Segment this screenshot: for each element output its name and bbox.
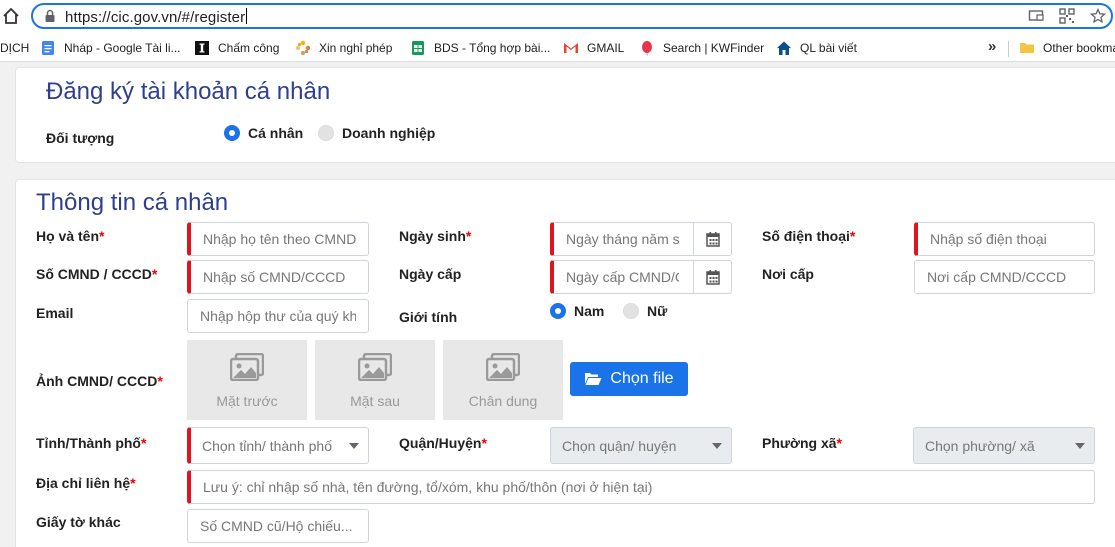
instapaper-icon: [195, 41, 209, 55]
province-select[interactable]: Chọn tỉnh/ thành phố: [187, 427, 369, 464]
subject-label: Đối tượng: [46, 130, 115, 146]
radio-nam[interactable]: Nam: [550, 303, 604, 319]
issue-date-input-wrap[interactable]: [550, 260, 732, 294]
idnum-label: Số CMND / CCCD*: [36, 266, 158, 282]
radio-nu[interactable]: Nữ: [623, 303, 667, 319]
bookmark-other[interactable]: Other bookmarks: [1019, 39, 1115, 57]
bookmark-ql-bai-viet[interactable]: QL bài viết: [776, 39, 857, 57]
issue-place-input[interactable]: [915, 261, 1094, 293]
issue-place-input-wrap[interactable]: [914, 260, 1095, 294]
bookmark-xin-nghi-phep[interactable]: Xin nghỉ phép: [295, 39, 392, 57]
bookmarks-bar: DỊCH Nháp - Google Tài li... Chấm công X…: [0, 33, 1115, 62]
chevron-down-icon: [349, 443, 359, 449]
folder-icon: [1020, 43, 1034, 53]
home-icon[interactable]: [2, 7, 20, 25]
address-label: Địa chỉ liên hệ*: [36, 475, 136, 491]
issue-date-label: Ngày cấp: [399, 266, 462, 282]
district-select[interactable]: Chọn quận/ huyện: [550, 427, 732, 464]
bookmark-bds[interactable]: BDS - Tổng hợp bài...: [410, 39, 550, 57]
email-input[interactable]: [188, 300, 368, 332]
ward-label: Phường xã*: [762, 435, 842, 451]
pinwheel-icon: [295, 40, 311, 56]
province-label: Tỉnh/Thành phố*: [36, 435, 147, 451]
calendar-icon[interactable]: [693, 223, 731, 255]
district-label: Quận/Huyện*: [399, 435, 487, 451]
radio-doanh-nghiep[interactable]: Doanh nghiệp: [318, 125, 435, 141]
image-icon: [230, 353, 264, 381]
lock-icon[interactable]: [43, 9, 57, 23]
gender-label: Giới tính: [399, 309, 458, 325]
bookmark-gmail[interactable]: GMAIL: [563, 39, 624, 57]
radio-checked-icon[interactable]: [224, 125, 240, 141]
calendar-icon[interactable]: [693, 261, 731, 293]
other-docs-input-wrap[interactable]: [187, 509, 369, 543]
fullname-label: Họ và tên*: [36, 228, 105, 244]
star-icon[interactable]: [1090, 8, 1106, 24]
bookmark-separator: [1008, 41, 1009, 57]
bookmark-google-docs[interactable]: Nháp - Google Tài li...: [40, 39, 181, 57]
issue-date-input[interactable]: [554, 261, 691, 293]
dob-input[interactable]: [554, 223, 691, 255]
chevron-down-icon: [712, 443, 722, 449]
qr-code-icon[interactable]: [1059, 8, 1075, 24]
dob-input-wrap[interactable]: [550, 222, 732, 256]
photo-portrait-slot[interactable]: Chân dung: [443, 340, 563, 420]
idnum-input[interactable]: [191, 261, 368, 293]
photo-back-slot[interactable]: Mặt sau: [315, 340, 435, 420]
more-bookmarks-chevron[interactable]: »: [988, 38, 996, 55]
radio-unchecked-icon[interactable]: [623, 303, 639, 319]
google-sheets-icon: [412, 41, 424, 55]
id-photo-label: Ảnh CMND/ CCCD*: [36, 373, 163, 389]
url-bar[interactable]: https://cic.gov.vn/#/register: [31, 3, 1113, 29]
phone-input[interactable]: [918, 223, 1094, 255]
radio-checked-icon[interactable]: [550, 303, 566, 319]
choose-file-button[interactable]: Chọn file: [570, 362, 688, 396]
url-text[interactable]: https://cic.gov.vn/#/register: [65, 8, 248, 26]
page-title: Đăng ký tài khoản cá nhân: [46, 78, 331, 105]
gmail-icon: [564, 43, 578, 53]
radio-ca-nhan[interactable]: Cá nhân: [224, 125, 303, 141]
section-title: Thông tin cá nhân: [36, 189, 229, 216]
issue-place-label: Nơi cấp: [762, 266, 814, 282]
dob-label: Ngày sinh*: [399, 228, 472, 244]
email-label: Email: [36, 305, 74, 321]
chevron-down-icon: [1075, 443, 1085, 449]
fullname-input[interactable]: [191, 223, 368, 255]
idnum-input-wrap[interactable]: [187, 260, 369, 294]
kwfinder-icon: [642, 41, 652, 56]
other-docs-input[interactable]: [188, 510, 368, 542]
bookmark-kwfinder[interactable]: Search | KWFinder: [639, 39, 764, 57]
house-icon: [777, 41, 791, 55]
address-input-wrap[interactable]: [187, 470, 1095, 504]
address-input[interactable]: [191, 471, 1094, 503]
phone-input-wrap[interactable]: [914, 222, 1095, 256]
other-docs-label: Giấy tờ khác: [36, 514, 121, 530]
fullname-input-wrap[interactable]: [187, 222, 369, 256]
google-docs-icon: [42, 41, 54, 55]
radio-unchecked-icon[interactable]: [318, 125, 334, 141]
folder-open-icon: [585, 373, 602, 385]
bookmark-dich[interactable]: DỊCH: [0, 39, 29, 57]
browser-toolbar: https://cic.gov.vn/#/register: [0, 0, 1115, 33]
photo-front-slot[interactable]: Mặt trước: [187, 340, 307, 420]
image-icon: [358, 353, 392, 381]
image-icon: [486, 353, 520, 381]
email-input-wrap[interactable]: [187, 299, 369, 333]
bookmark-cham-cong[interactable]: Chấm công: [194, 39, 279, 57]
phone-label: Số điện thoại*: [762, 228, 856, 244]
cast-icon[interactable]: [1028, 8, 1044, 24]
ward-select[interactable]: Chọn phường/ xã: [913, 427, 1095, 464]
